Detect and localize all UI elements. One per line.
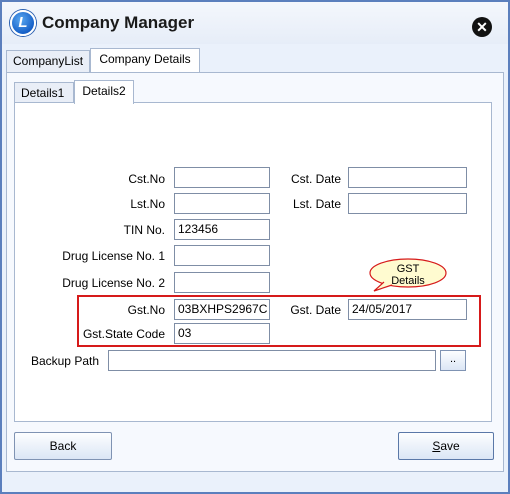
company-manager-window: L Company Manager ✕ CompanyList Company …	[0, 0, 510, 494]
drug-license-2-field[interactable]	[174, 272, 270, 293]
lst-date-field[interactable]	[348, 193, 467, 214]
cst-no-field[interactable]	[174, 167, 270, 188]
app-logo-letter: L	[18, 14, 28, 31]
gst-state-code-field[interactable]: 03	[174, 323, 270, 344]
cst-date-field[interactable]	[348, 167, 467, 188]
drug-license-2-label: Drug License No. 2	[62, 276, 165, 290]
tab-company-list[interactable]: CompanyList	[6, 50, 90, 72]
lst-no-label: Lst.No	[130, 197, 165, 211]
tab-company-details[interactable]: Company Details	[90, 48, 200, 72]
tin-no-label: TIN No.	[123, 223, 165, 237]
gst-state-code-label: Gst.State Code	[82, 327, 165, 341]
window-title: Company Manager	[42, 13, 195, 32]
gst-no-label: Gst.No	[127, 303, 165, 317]
lst-no-field[interactable]	[174, 193, 270, 214]
close-icon[interactable]: ✕	[472, 17, 492, 37]
lst-date-label: Lst. Date	[292, 197, 341, 211]
drug-license-1-label: Drug License No. 1	[62, 249, 165, 263]
tab-details2[interactable]: Details2	[74, 80, 134, 104]
back-button[interactable]: Back	[14, 432, 112, 460]
callout-line-2: Details	[391, 275, 425, 287]
app-logo-icon: L	[10, 10, 36, 36]
gst-no-field[interactable]: 03BXHPS2967C	[174, 299, 270, 320]
title-bar: L Company Manager ✕	[2, 2, 508, 44]
browse-button[interactable]: ..	[440, 350, 466, 371]
gst-details-callout-text: GST Details	[368, 263, 448, 287]
cst-no-label: Cst.No	[128, 172, 165, 186]
tin-no-field[interactable]: 123456	[174, 219, 270, 240]
cst-date-label: Cst. Date	[290, 172, 341, 186]
callout-line-1: GST	[396, 263, 420, 275]
tab-details1[interactable]: Details1	[14, 82, 74, 104]
backup-path-field[interactable]	[108, 350, 436, 371]
backup-path-label: Backup Path	[30, 354, 99, 368]
gst-date-label: Gst. Date	[290, 303, 341, 317]
save-button[interactable]: Save	[398, 432, 494, 460]
gst-date-field[interactable]: 24/05/2017	[348, 299, 467, 320]
drug-license-1-field[interactable]	[174, 245, 270, 266]
